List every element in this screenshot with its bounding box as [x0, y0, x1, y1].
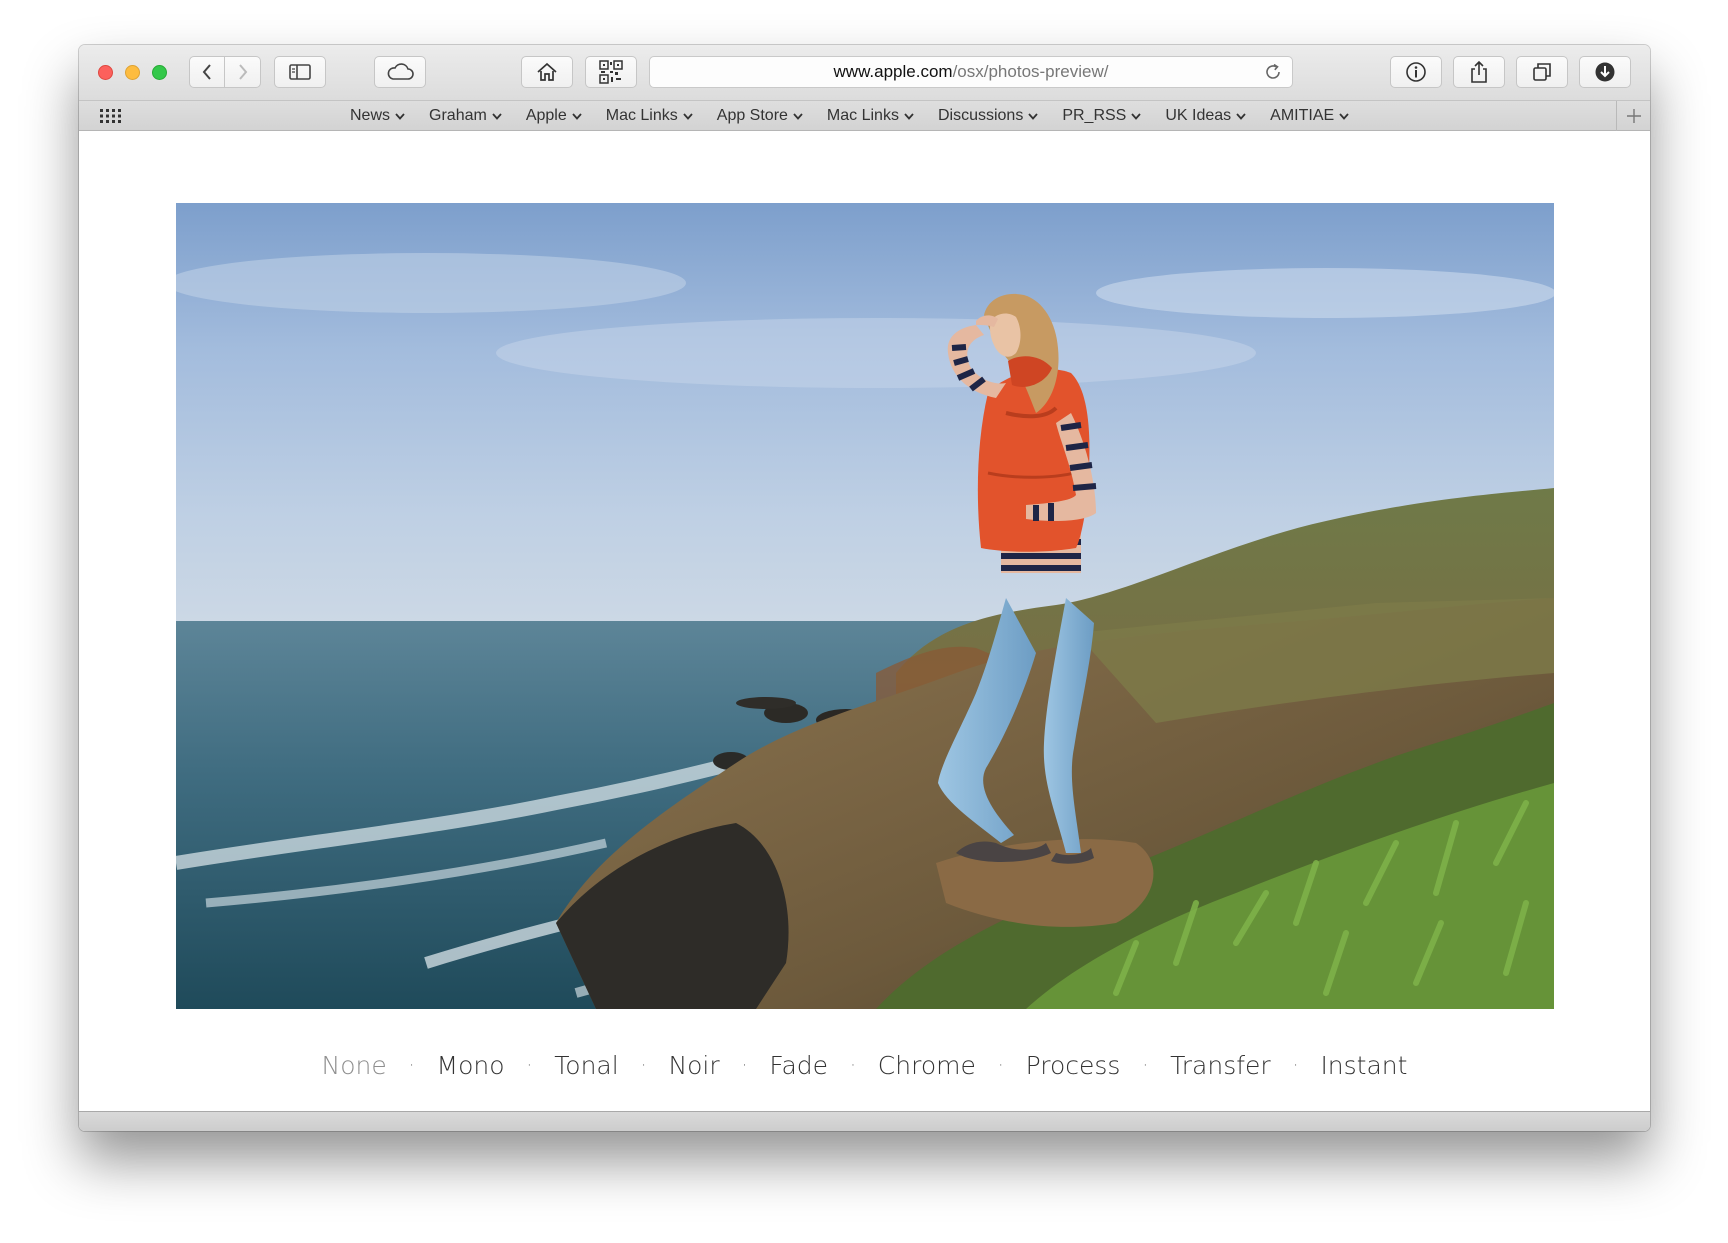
filter-separator: · [640, 1054, 647, 1076]
qr-code-icon [599, 60, 623, 84]
web-page-content: None · Mono · Tonal · Noir · Fade · Chro… [79, 131, 1650, 1111]
sidebar-icon [289, 64, 311, 80]
filter-fade[interactable]: Fade [769, 1051, 828, 1080]
back-button[interactable] [189, 56, 225, 88]
browser-window: www.apple.com/osx/photos-preview/ News G… [79, 45, 1650, 1131]
filter-separator: · [408, 1054, 415, 1076]
filter-noir[interactable]: Noir [668, 1051, 719, 1080]
filter-separator: · [1142, 1054, 1149, 1076]
filter-chrome[interactable]: Chrome [878, 1051, 976, 1080]
bookmark-folder-news[interactable]: News [350, 107, 405, 125]
forward-button[interactable] [225, 56, 261, 88]
sidebar-button[interactable] [274, 56, 326, 88]
filter-tonal[interactable]: Tonal [554, 1051, 618, 1080]
top-sites-grid-icon[interactable] [99, 109, 121, 123]
minimize-window-button[interactable] [125, 65, 140, 80]
filter-instant[interactable]: Instant [1320, 1051, 1407, 1080]
filter-separator: · [850, 1054, 856, 1076]
bookmark-label: App Store [716, 107, 788, 124]
filter-mono[interactable]: Mono [437, 1051, 505, 1080]
chevron-down-icon [395, 112, 405, 120]
tabs-icon [1533, 63, 1551, 81]
bookmark-label: UK Ideas [1165, 107, 1232, 124]
bookmark-label: PR_RSS [1062, 107, 1127, 124]
bookmark-list: News Graham Apple Mac Links App Store Ma… [350, 101, 1373, 131]
bookmark-folder-app-store[interactable]: App Store [717, 107, 803, 125]
back-forward-buttons [189, 56, 261, 88]
bookmark-folder-apple[interactable]: Apple [526, 107, 582, 125]
tab-overview-button[interactable] [1516, 56, 1568, 88]
address-bar[interactable]: www.apple.com/osx/photos-preview/ [649, 56, 1293, 88]
coastal-scene-illustration [176, 203, 1554, 1009]
bookmark-label: Graham [429, 107, 487, 124]
chevron-down-icon [1339, 112, 1349, 120]
url-host: www.apple.com [833, 62, 953, 81]
bookmark-label: AMITIAE [1270, 107, 1335, 124]
chevron-left-icon [202, 64, 211, 80]
bookmark-folder-amitiae[interactable]: AMITIAE [1270, 107, 1349, 125]
bookmark-folder-pr-rss[interactable]: PR_RSS [1062, 107, 1142, 125]
share-icon [1471, 60, 1487, 83]
close-window-button[interactable] [98, 65, 113, 80]
bookmark-folder-mac-links-2[interactable]: Mac Links [827, 107, 914, 125]
zoom-window-button[interactable] [152, 65, 167, 80]
browser-toolbar: www.apple.com/osx/photos-preview/ [79, 45, 1650, 100]
icloud-tabs-button[interactable] [374, 56, 426, 88]
chevron-down-icon [1131, 112, 1142, 120]
plus-icon [1626, 109, 1641, 123]
bookmark-folder-graham[interactable]: Graham [429, 107, 502, 125]
status-bar [79, 1111, 1650, 1131]
filter-selector: None · Mono · Tonal · Noir · Fade · Chro… [79, 1048, 1650, 1082]
info-icon [1406, 62, 1426, 82]
download-icon [1595, 62, 1615, 82]
downloads-button[interactable] [1579, 56, 1631, 88]
chevron-down-icon [492, 112, 502, 120]
bookmark-label: Mac Links [826, 107, 899, 124]
new-tab-button[interactable] [1616, 101, 1650, 131]
qr-code-button[interactable] [585, 56, 637, 88]
bookmarks-bar: News Graham Apple Mac Links App Store Ma… [79, 100, 1650, 131]
chevron-down-icon [1236, 112, 1246, 120]
filter-process[interactable]: Process [1026, 1051, 1121, 1080]
filter-none[interactable]: None [322, 1051, 387, 1080]
cloud-icon [387, 63, 414, 80]
chevron-down-icon [904, 112, 914, 120]
filter-separator: · [741, 1054, 748, 1076]
bookmark-label: News [350, 107, 391, 124]
url-path: /osx/photos-preview/ [952, 62, 1109, 81]
share-button[interactable] [1453, 56, 1505, 88]
filter-preview-photo [176, 203, 1554, 1009]
bookmark-folder-uk-ideas[interactable]: UK Ideas [1165, 107, 1246, 125]
chevron-down-icon [683, 112, 693, 120]
bookmark-folder-mac-links[interactable]: Mac Links [606, 107, 693, 125]
home-icon [537, 62, 557, 81]
chevron-down-icon [793, 112, 803, 120]
bookmark-label: Discussions [937, 107, 1024, 124]
chevron-down-icon [572, 112, 582, 120]
chevron-right-icon [238, 64, 247, 80]
info-button[interactable] [1390, 56, 1442, 88]
bookmark-label: Apple [525, 107, 567, 124]
filter-separator: · [997, 1054, 1004, 1076]
bookmark-label: Mac Links [605, 107, 678, 124]
filter-separator: · [1292, 1054, 1299, 1076]
chevron-down-icon [1028, 112, 1038, 120]
filter-separator: · [526, 1054, 533, 1076]
filter-transfer[interactable]: Transfer [1170, 1051, 1271, 1080]
reload-icon[interactable] [1264, 63, 1282, 81]
home-button[interactable] [521, 56, 573, 88]
bookmark-folder-discussions[interactable]: Discussions [938, 107, 1038, 125]
